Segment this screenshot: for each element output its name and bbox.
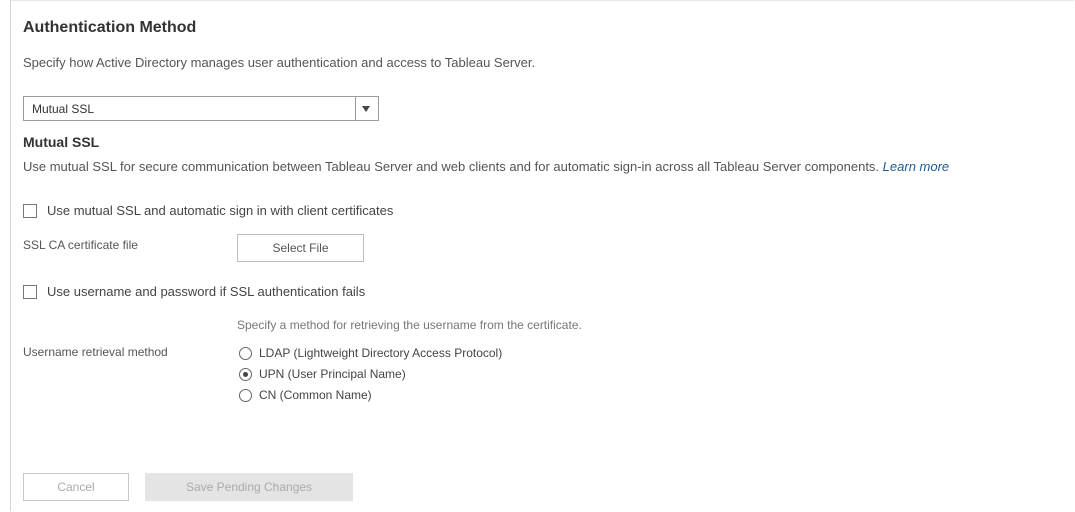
retrieval-method-label: Username retrieval method [23,345,168,359]
dropdown-button[interactable] [355,97,378,120]
radio-ldap[interactable] [239,347,252,360]
radio-cn-label[interactable]: CN (Common Name) [259,388,372,402]
radio-selected-dot [243,372,248,377]
enable-mutual-ssl-label[interactable]: Use mutual SSL and automatic sign in wit… [47,203,393,218]
radio-upn-label[interactable]: UPN (User Principal Name) [259,367,406,381]
selected-method-value: Mutual SSL [32,102,95,116]
radio-upn[interactable] [239,368,252,381]
save-pending-changes-button[interactable]: Save Pending Changes [145,473,353,501]
section-title: Authentication Method [23,19,197,36]
select-file-button[interactable]: Select File [237,234,364,262]
authentication-panel: Authentication Method Specify how Active… [10,0,1074,511]
mutual-ssl-description-text: Use mutual SSL for secure communication … [23,159,880,174]
cancel-button[interactable]: Cancel [23,473,129,501]
enable-mutual-ssl-checkbox[interactable] [23,204,37,218]
fallback-password-label[interactable]: Use username and password if SSL authent… [47,284,365,299]
mutual-ssl-description: Use mutual SSL for secure communication … [23,159,949,174]
mutual-ssl-heading: Mutual SSL [23,134,100,150]
radio-cn[interactable] [239,389,252,402]
chevron-down-icon [362,106,370,112]
learn-more-link[interactable]: Learn more [883,159,949,174]
section-description: Specify how Active Directory manages use… [23,55,536,70]
ca-certificate-label: SSL CA certificate file [23,238,138,252]
radio-ldap-label[interactable]: LDAP (Lightweight Directory Access Proto… [259,346,502,360]
fallback-password-checkbox[interactable] [23,285,37,299]
retrieval-hint: Specify a method for retrieving the user… [237,318,582,332]
authentication-method-select[interactable]: Mutual SSL [23,96,379,121]
